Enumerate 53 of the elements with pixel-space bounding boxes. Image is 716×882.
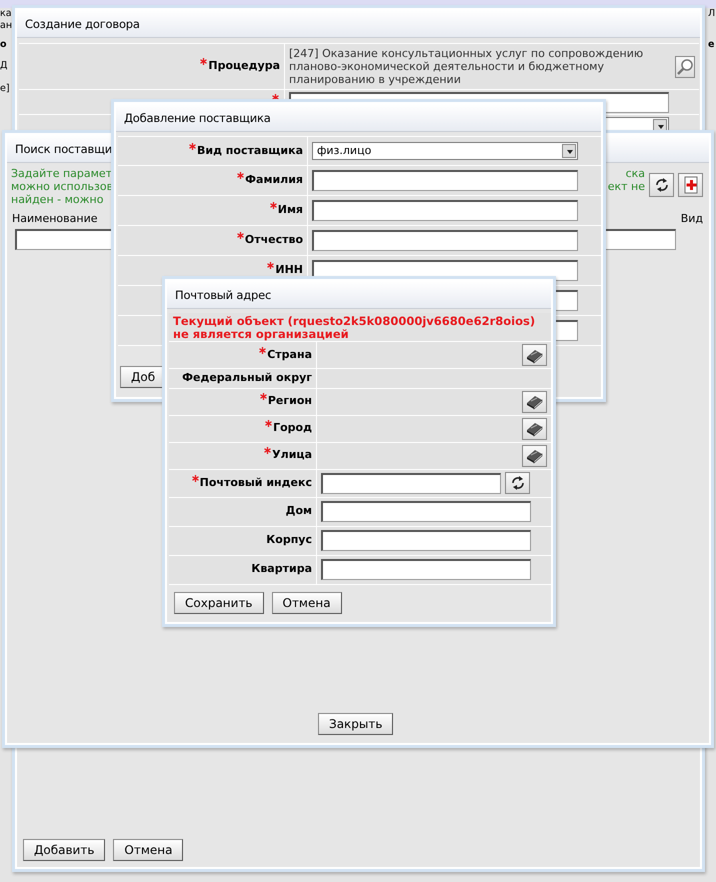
field-value: [247] Оказание консультационных услуг по сопровождению планово-экономической деятельности и бюджетному планированию в учреждении	[289, 47, 644, 86]
error-message: Текущий объект (rquesto2k5k080000jv6680e62r8oios) не является организацией	[173, 315, 536, 341]
lookup-button[interactable]	[522, 418, 547, 440]
window-title: Добавление поставщика	[116, 104, 601, 132]
dialog-button[interactable]: Отмена	[272, 592, 342, 614]
dropdown-field[interactable]: физ.лицо	[312, 142, 578, 160]
field-label: Страна	[267, 348, 312, 361]
dialog-button[interactable]: Сохранить	[174, 592, 264, 614]
text-fragment: ка	[0, 8, 12, 19]
close-button[interactable]: Закрыть	[318, 713, 394, 735]
caret-icon	[567, 150, 573, 154]
text-field[interactable]	[321, 530, 531, 551]
window-title: Создание договора	[17, 10, 700, 38]
text-field[interactable]	[321, 559, 531, 580]
field-label: Имя	[278, 203, 303, 216]
text-field[interactable]	[312, 170, 578, 191]
field-label: Процедура	[208, 59, 280, 72]
lookup-button[interactable]	[522, 390, 547, 412]
text-field[interactable]	[312, 200, 578, 221]
window-title: Почтовый адрес	[167, 281, 551, 309]
text-fragment: ан	[0, 20, 12, 31]
add-button[interactable]	[678, 173, 703, 197]
column-header: Вид	[680, 211, 703, 227]
text-fragment: о	[0, 39, 7, 50]
refresh-button[interactable]	[649, 173, 674, 197]
field-label: Город	[273, 421, 312, 434]
column-header: Наименование	[12, 211, 98, 227]
text-fragment: Д	[0, 60, 8, 71]
text-fragment: Л	[708, 8, 716, 19]
text-fragment: е	[708, 39, 714, 50]
field-label: Вид поставщика	[197, 144, 303, 157]
refresh-button[interactable]	[505, 472, 530, 494]
text-field[interactable]	[321, 501, 531, 522]
text-field[interactable]	[312, 230, 578, 251]
text-field[interactable]	[321, 472, 501, 494]
field-label: Квартира	[251, 562, 312, 576]
dialog-button[interactable]: Отмена	[113, 839, 184, 861]
field-label: Почтовый индекс	[200, 476, 312, 489]
field-label: ИНН	[275, 263, 303, 276]
field-label: Корпус	[266, 533, 312, 546]
add-document-icon	[682, 176, 700, 194]
field-label: Регион	[268, 394, 312, 408]
hint-text: ска ект не	[608, 167, 645, 193]
search-icon	[676, 58, 694, 76]
field-label: Улица	[272, 448, 312, 462]
lookup-button[interactable]	[522, 444, 547, 466]
lookup-button[interactable]	[522, 344, 547, 366]
text-fragment: е]	[0, 83, 10, 94]
field-label: Фамилия	[245, 173, 303, 186]
field-label: Отчество	[244, 233, 303, 246]
field-label: Дом	[286, 504, 312, 518]
dialog-button[interactable]: Добавить	[23, 839, 106, 861]
hint-text: Задайте парамет можно использов найден - можно	[11, 167, 114, 206]
